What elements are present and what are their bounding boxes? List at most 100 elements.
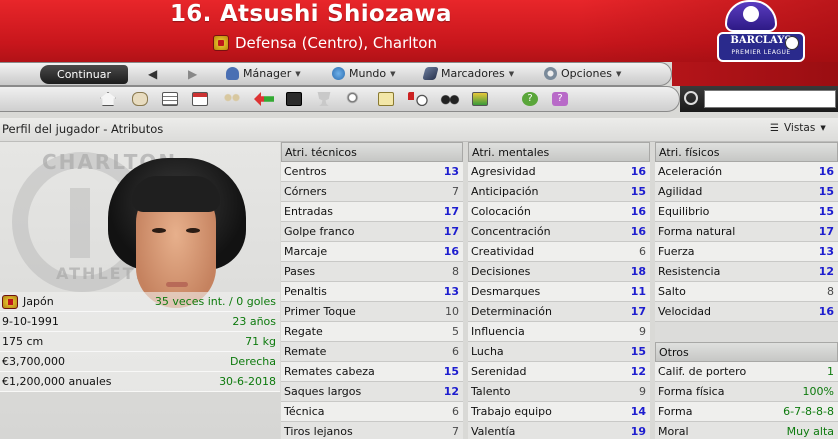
- help-icon[interactable]: ?: [522, 92, 538, 106]
- nationality-label[interactable]: Japón: [23, 295, 54, 308]
- technical-attr-value: 7: [452, 425, 459, 438]
- technical-attr-value: 13: [443, 285, 459, 298]
- technical-attr-row[interactable]: Regate 5: [281, 322, 463, 342]
- technical-attr-row[interactable]: Entradas 17: [281, 202, 463, 222]
- views-icon: ☰: [770, 122, 779, 134]
- technical-attr-row[interactable]: Córners 7: [281, 182, 463, 202]
- mental-attr-row[interactable]: Anticipación 15: [468, 182, 650, 202]
- menu-manager[interactable]: Mánager ▼: [226, 67, 301, 80]
- others-rows: Calif. de portero 1 Forma física 100% Forma 6…: [655, 362, 838, 439]
- technical-attr-row[interactable]: Tiros lejanos 7: [281, 422, 463, 439]
- physical-attr-name: Agilidad: [658, 185, 703, 198]
- search-input[interactable]: [704, 90, 836, 108]
- menu-options[interactable]: Opciones ▼: [544, 67, 621, 80]
- technical-attr-row[interactable]: Remates cabeza 15: [281, 362, 463, 382]
- technical-attr-row[interactable]: Saques largos 12: [281, 382, 463, 402]
- physical-attr-row[interactable]: Velocidad 16: [655, 302, 838, 322]
- technical-attr-row[interactable]: Remate 6: [281, 342, 463, 362]
- mental-attr-row[interactable]: Determinación 17: [468, 302, 650, 322]
- finances-icon[interactable]: [472, 92, 488, 106]
- continue-button[interactable]: Continuar: [40, 65, 128, 84]
- technical-attr-row[interactable]: Penaltis 13: [281, 282, 463, 302]
- question-icon[interactable]: ?: [552, 92, 568, 106]
- mental-attr-value: 18: [630, 265, 646, 278]
- other-attr-row[interactable]: Forma 6-7-8-8-8: [655, 402, 838, 422]
- mental-attr-row[interactable]: Decisiones 18: [468, 262, 650, 282]
- mental-attr-row[interactable]: Colocación 16: [468, 202, 650, 222]
- mental-attr-row[interactable]: Desmarques 11: [468, 282, 650, 302]
- mental-attr-row[interactable]: Talento 9: [468, 382, 650, 402]
- search-players-icon[interactable]: [346, 92, 362, 106]
- technical-attr-row[interactable]: Centros 13: [281, 162, 463, 182]
- transfers-icon[interactable]: [254, 92, 274, 106]
- globe-icon: [332, 67, 345, 80]
- section-gap: [655, 322, 838, 342]
- physical-attr-value: 8: [827, 285, 834, 298]
- caps-goals: 35 veces int. / 0 goles: [154, 295, 276, 308]
- mental-attr-row[interactable]: Influencia 9: [468, 322, 650, 342]
- technical-attr-row[interactable]: Golpe franco 17: [281, 222, 463, 242]
- inbox-icon[interactable]: [132, 92, 148, 106]
- tactics-icon[interactable]: [286, 92, 302, 106]
- technical-attr-row[interactable]: Técnica 6: [281, 402, 463, 422]
- technical-attr-row[interactable]: Pases 8: [281, 262, 463, 282]
- scout-icon[interactable]: [440, 92, 460, 106]
- menu-world[interactable]: Mundo ▼: [332, 67, 396, 80]
- menu-scores[interactable]: Marcadores ▼: [422, 67, 515, 80]
- physical-attr-row[interactable]: Forma natural 17: [655, 222, 838, 242]
- physical-attr-name: Forma natural: [658, 225, 736, 238]
- other-attr-row[interactable]: Moral Muy alta: [655, 422, 838, 439]
- mental-attr-value: 12: [630, 365, 646, 378]
- physical-attr-row[interactable]: Agilidad 15: [655, 182, 838, 202]
- mental-attr-row[interactable]: Serenidad 12: [468, 362, 650, 382]
- training-icon[interactable]: [408, 92, 428, 106]
- squad-icon[interactable]: [162, 92, 178, 106]
- panel-subheader: Perfil del jugador - Atributos ☰ Vistas …: [0, 118, 838, 142]
- back-arrow-icon[interactable]: ◀: [148, 67, 157, 81]
- physical-attr-row[interactable]: Equilibrio 15: [655, 202, 838, 222]
- info-row-birth: 9-10-1991 23 años: [0, 312, 280, 332]
- people-icon[interactable]: [222, 92, 242, 106]
- notes-icon[interactable]: [378, 92, 394, 106]
- views-label: Vistas: [783, 122, 816, 134]
- other-attr-row[interactable]: Calif. de portero 1: [655, 362, 838, 382]
- mental-attr-value: 9: [639, 385, 646, 398]
- physical-attr-row[interactable]: Fuerza 13: [655, 242, 838, 262]
- mental-attr-value: 17: [630, 305, 646, 318]
- technical-attr-row[interactable]: Primer Toque 10: [281, 302, 463, 322]
- mental-attr-name: Desmarques: [471, 285, 541, 298]
- other-attr-name: Calif. de portero: [658, 365, 747, 378]
- physical-attr-value: 16: [818, 305, 834, 318]
- technical-attr-name: Córners: [284, 185, 327, 198]
- physical-attr-value: 15: [818, 205, 834, 218]
- mental-attr-row[interactable]: Creatividad 6: [468, 242, 650, 262]
- page-title: Perfil del jugador - Atributos: [2, 122, 164, 136]
- physical-attr-row[interactable]: Salto 8: [655, 282, 838, 302]
- search-icon[interactable]: [684, 91, 698, 105]
- position-club-text[interactable]: Defensa (Centro), Charlton: [235, 34, 437, 52]
- technical-attr-name: Entradas: [284, 205, 333, 218]
- mental-attr-row[interactable]: Agresividad 16: [468, 162, 650, 182]
- mental-attr-row[interactable]: Lucha 15: [468, 342, 650, 362]
- physical-attr-name: Fuerza: [658, 245, 695, 258]
- other-attr-row[interactable]: Forma física 100%: [655, 382, 838, 402]
- home-icon[interactable]: [100, 92, 116, 106]
- mental-attr-name: Serenidad: [471, 365, 527, 378]
- others-header: Otros: [655, 342, 838, 362]
- mental-attr-value: 14: [630, 405, 646, 418]
- physical-attr-row[interactable]: Aceleración 16: [655, 162, 838, 182]
- views-dropdown[interactable]: ☰ Vistas ▼: [770, 122, 826, 134]
- mental-attr-row[interactable]: Concentración 16: [468, 222, 650, 242]
- calendar-icon[interactable]: [192, 92, 208, 106]
- physical-attr-row[interactable]: Resistencia 12: [655, 262, 838, 282]
- technical-attr-name: Remates cabeza: [284, 365, 375, 378]
- chevron-down-icon: ▼: [508, 69, 515, 78]
- mental-attr-name: Concentración: [471, 225, 551, 238]
- mental-attr-row[interactable]: Trabajo equipo 14: [468, 402, 650, 422]
- mental-attr-row[interactable]: Valentía 19: [468, 422, 650, 439]
- forward-arrow-icon[interactable]: ▶: [188, 67, 197, 81]
- player-info-table: Japón 35 veces int. / 0 goles 9-10-1991 …: [0, 292, 280, 392]
- search-area: [680, 86, 838, 112]
- technical-attr-row[interactable]: Marcaje 16: [281, 242, 463, 262]
- trophy-icon[interactable]: [317, 92, 331, 106]
